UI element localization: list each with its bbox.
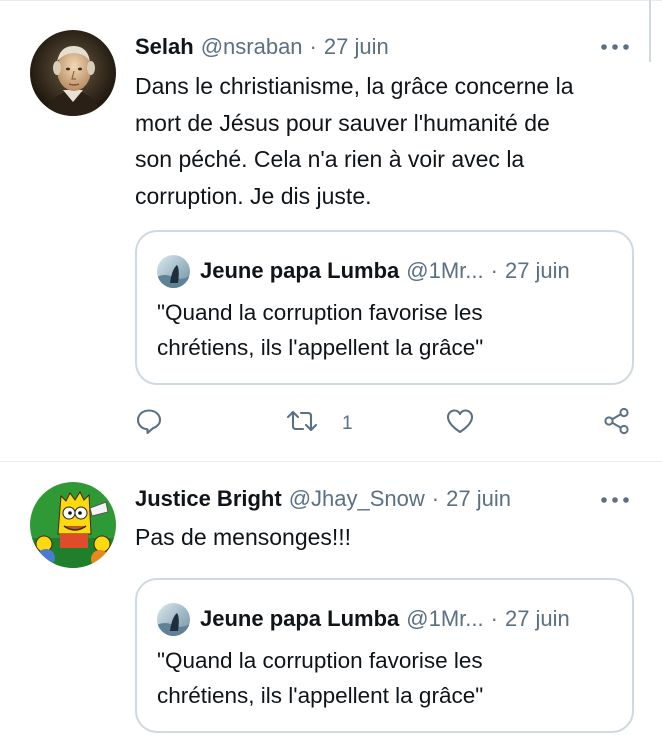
quoted-author-handle: @1Mr... [406, 606, 484, 631]
quoted-author-name: Jeune papa Lumba [200, 258, 400, 283]
tweet-selah[interactable]: Selah @nsraban · 27 juin Dans le christi… [0, 0, 662, 461]
tweet-text-line: Pas de mensonges!!! [135, 524, 352, 550]
tweet-text: Dans le christianisme, la grâce concerne… [135, 68, 635, 214]
share-button[interactable] [602, 404, 632, 444]
tweet-text-line: Dans le christianisme, la grâce concerne… [135, 73, 574, 99]
share-icon [602, 406, 632, 442]
tweet-date[interactable]: 27 juin [446, 486, 511, 512]
quoted-tweet-text: "Quand la corruption favorise les chréti… [157, 296, 617, 365]
quoted-author-name: Jeune papa Lumba [200, 606, 400, 631]
author-handle[interactable]: @nsraban [201, 34, 303, 60]
quoted-text-line: chrétiens, ils l'appellent la grâce" [157, 334, 484, 360]
tweet-text-line: corruption. Je dis juste. [135, 182, 372, 209]
quoted-tweet-date: 27 juin [504, 258, 570, 283]
tweet-text-line: son péché. Cela n'a rien à voir avec la [135, 146, 525, 172]
quoted-avatar [157, 602, 190, 636]
separator-dot: · [490, 606, 498, 631]
author-name[interactable]: Selah [135, 34, 194, 60]
tweet-text-line: mort de Jésus pour sauver l'humanité de [135, 109, 550, 136]
quoted-tweet[interactable]: Jeune papa Lumba @1Mr... · 27 juin "Quan… [135, 230, 634, 385]
author-handle[interactable]: @Jhay_Snow [289, 486, 425, 512]
separator-dot: · [309, 34, 317, 59]
heart-icon [445, 407, 475, 441]
quoted-tweet-date: 27 juin [504, 606, 570, 631]
tweet-date[interactable]: 27 juin [324, 34, 389, 60]
more-horizontal-icon[interactable] [600, 493, 630, 511]
quoted-tweet-header: Jeune papa Lumba @1Mr... · 27 juin [157, 602, 570, 636]
tweet-actions: 1 [135, 404, 635, 444]
tweet-header: Justice Bright @Jhay_Snow · 27 juin [135, 481, 634, 517]
quoted-tweet[interactable]: Jeune papa Lumba @1Mr... · 27 juin "Quan… [135, 578, 634, 733]
separator-dot: · [431, 486, 440, 511]
retweet-button[interactable]: 1 [285, 404, 353, 444]
more-horizontal-icon[interactable] [600, 40, 630, 58]
retweet-icon [285, 407, 319, 441]
retweet-count: 1 [342, 413, 353, 434]
quoted-author-handle: @1Mr... [406, 258, 484, 283]
tweet-header: Selah @nsraban · 27 juin [135, 29, 634, 65]
tweet-text: Pas de mensonges!!! [135, 519, 635, 556]
quoted-text-line: chrétiens, ils l'appellent la grâce" [157, 682, 484, 708]
reply-button[interactable] [135, 404, 163, 444]
tweet-justice-bright[interactable]: Justice Bright @Jhay_Snow · 27 juin Pas … [0, 462, 662, 735]
quoted-avatar [157, 254, 190, 288]
separator-dot: · [490, 258, 498, 283]
quoted-text-line: "Quand la corruption favorise les [157, 648, 483, 673]
author-name[interactable]: Justice Bright [135, 486, 282, 512]
reply-icon [135, 407, 163, 441]
like-button[interactable] [445, 404, 475, 444]
avatar[interactable] [30, 30, 116, 116]
quoted-tweet-header: Jeune papa Lumba @1Mr... · 27 juin [157, 254, 570, 288]
quoted-text-line: "Quand la corruption favorise les [157, 300, 483, 325]
quoted-tweet-text: "Quand la corruption favorise les chréti… [157, 644, 617, 713]
avatar[interactable] [30, 482, 116, 568]
